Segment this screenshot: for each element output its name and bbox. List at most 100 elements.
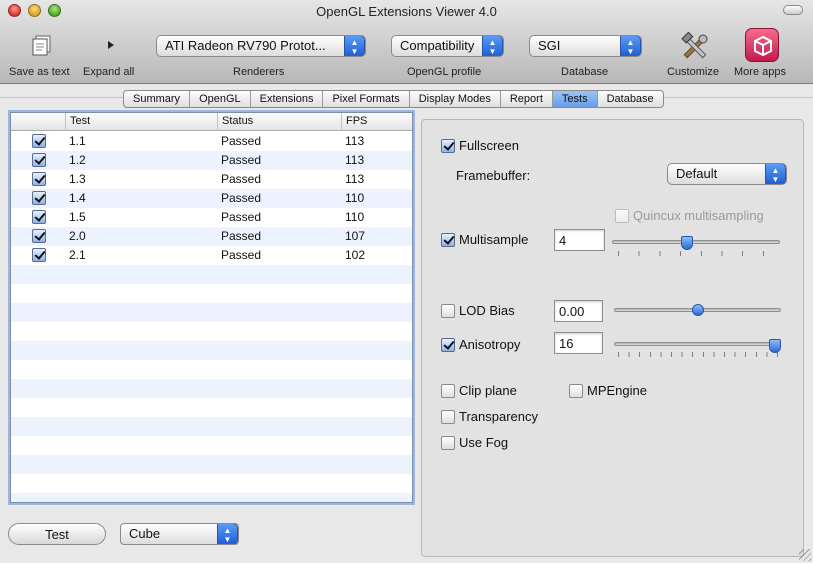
cell-status: Passed [221, 210, 262, 224]
table-row[interactable] [11, 493, 412, 502]
tab-tests[interactable]: Tests [552, 91, 598, 107]
quincux-checkbox[interactable] [615, 209, 629, 223]
tab-report[interactable]: Report [501, 91, 553, 107]
table-row[interactable]: 1.2 Passed 113 [11, 151, 412, 170]
framebuffer-popup[interactable]: Default ▲ ▼ [667, 163, 787, 185]
table-row[interactable] [11, 322, 412, 341]
multisample-slider-track[interactable] [612, 240, 780, 244]
table-row[interactable] [11, 417, 412, 436]
expand-all-button[interactable]: Expand all [80, 28, 142, 82]
use-fog-label: Use Fog [459, 435, 509, 450]
row-enable-checkbox[interactable] [32, 134, 46, 148]
popup-arrows-icon: ▲ ▼ [765, 164, 786, 184]
row-enable-checkbox[interactable] [32, 191, 46, 205]
cell-test: 1.3 [69, 172, 86, 186]
lod-bias-label: LOD Bias [459, 303, 515, 318]
fullscreen-checkbox[interactable] [441, 139, 455, 153]
database-label: Database [561, 66, 609, 78]
table-row[interactable] [11, 379, 412, 398]
anisotropy-slider-ticks [618, 352, 778, 357]
row-enable-checkbox[interactable] [32, 210, 46, 224]
profile-popup[interactable]: Compatibility ▲ ▼ [391, 35, 504, 57]
more-apps-button[interactable]: More apps [730, 28, 794, 82]
cell-status: Passed [221, 134, 262, 148]
multisample-slider-knob[interactable] [680, 236, 693, 250]
test-button[interactable]: Test [8, 523, 106, 545]
row-enable-checkbox[interactable] [32, 229, 46, 243]
column-header-test[interactable]: Test [65, 113, 217, 131]
table-row[interactable] [11, 436, 412, 455]
save-as-text-button[interactable]: Save as text [6, 28, 76, 82]
table-row[interactable]: 1.1 Passed 113 [11, 132, 412, 151]
customize-button[interactable]: Customize [664, 28, 726, 82]
mpengine-checkbox[interactable] [569, 384, 583, 398]
tab-display-modes[interactable]: Display Modes [410, 91, 501, 107]
cell-fps: 110 [345, 191, 365, 205]
document-stack-icon [32, 35, 51, 56]
renderer-popup[interactable]: ATI Radeon RV790 Protot... ▲ ▼ [156, 35, 366, 57]
toolbar-toggle-button[interactable] [783, 5, 803, 15]
cell-fps: 113 [345, 153, 365, 167]
table-row[interactable] [11, 341, 412, 360]
table-row[interactable] [11, 284, 412, 303]
popup-arrows-icon: ▲ ▼ [217, 524, 238, 544]
table-row[interactable] [11, 265, 412, 284]
lod-bias-slider-knob[interactable] [691, 304, 704, 316]
tests-table[interactable]: Test Status FPS 1.1 Passed 113 1.2 Passed 113… [10, 112, 413, 503]
popup-arrows-icon: ▲ ▼ [482, 36, 503, 56]
row-enable-checkbox[interactable] [32, 248, 46, 262]
cell-fps: 110 [345, 210, 365, 224]
cell-fps: 113 [345, 134, 365, 148]
table-row[interactable]: 2.0 Passed 107 [11, 227, 412, 246]
shape-popup[interactable]: Cube ▲ ▼ [120, 523, 239, 545]
customize-label: Customize [667, 66, 719, 78]
resize-grip[interactable] [799, 549, 811, 561]
database-popup[interactable]: SGI ▲ ▼ [529, 35, 642, 57]
multisample-checkbox[interactable] [441, 233, 455, 247]
anisotropy-slider-track[interactable] [614, 342, 781, 346]
renderer-popup-value: ATI Radeon RV790 Protot... [165, 38, 326, 53]
table-row[interactable]: 1.5 Passed 110 [11, 208, 412, 227]
column-header-status[interactable]: Status [217, 113, 341, 131]
column-header-fps[interactable]: FPS [341, 113, 412, 131]
anisotropy-slider-knob[interactable] [769, 339, 781, 353]
lod-bias-checkbox[interactable] [441, 304, 455, 318]
cell-status: Passed [221, 172, 262, 186]
row-enable-checkbox[interactable] [32, 172, 46, 186]
renderers-label: Renderers [233, 66, 285, 78]
save-as-text-label: Save as text [9, 66, 70, 78]
table-row[interactable] [11, 474, 412, 493]
multisample-field[interactable]: 4 [554, 229, 605, 251]
toolbar: OpenGL Extensions Viewer 4.0 Save as tex… [0, 0, 813, 84]
table-header: Test Status FPS [11, 113, 412, 131]
more-apps-label: More apps [734, 66, 786, 78]
table-row[interactable]: 1.3 Passed 113 [11, 170, 412, 189]
shape-popup-value: Cube [129, 526, 161, 541]
clip-plane-label: Clip plane [459, 383, 517, 398]
tools-icon [681, 32, 708, 59]
lod-bias-field[interactable]: 0.00 [554, 300, 603, 322]
use-fog-checkbox[interactable] [441, 436, 455, 450]
row-enable-checkbox[interactable] [32, 153, 46, 167]
cell-test: 1.1 [69, 134, 86, 148]
table-row[interactable] [11, 455, 412, 474]
column-header-check[interactable] [11, 113, 65, 131]
multisample-label: Multisample [459, 232, 529, 247]
table-row[interactable] [11, 360, 412, 379]
transparency-checkbox[interactable] [441, 410, 455, 424]
triangle-right-icon [108, 41, 114, 49]
framebuffer-popup-value: Default [676, 166, 718, 181]
table-row[interactable]: 1.4 Passed 110 [11, 189, 412, 208]
table-row[interactable] [11, 398, 412, 417]
tab-opengl[interactable]: OpenGL [190, 91, 251, 107]
tab-summary[interactable]: Summary [124, 91, 191, 107]
clip-plane-checkbox[interactable] [441, 384, 455, 398]
table-row[interactable] [11, 303, 412, 322]
tab-database[interactable]: Database [598, 91, 663, 107]
cell-status: Passed [221, 191, 262, 205]
anisotropy-field[interactable]: 16 [554, 332, 603, 354]
table-row[interactable]: 2.1 Passed 102 [11, 246, 412, 265]
tab-extensions[interactable]: Extensions [251, 91, 324, 107]
anisotropy-checkbox[interactable] [441, 338, 455, 352]
tab-pixel-formats[interactable]: Pixel Formats [323, 91, 410, 107]
